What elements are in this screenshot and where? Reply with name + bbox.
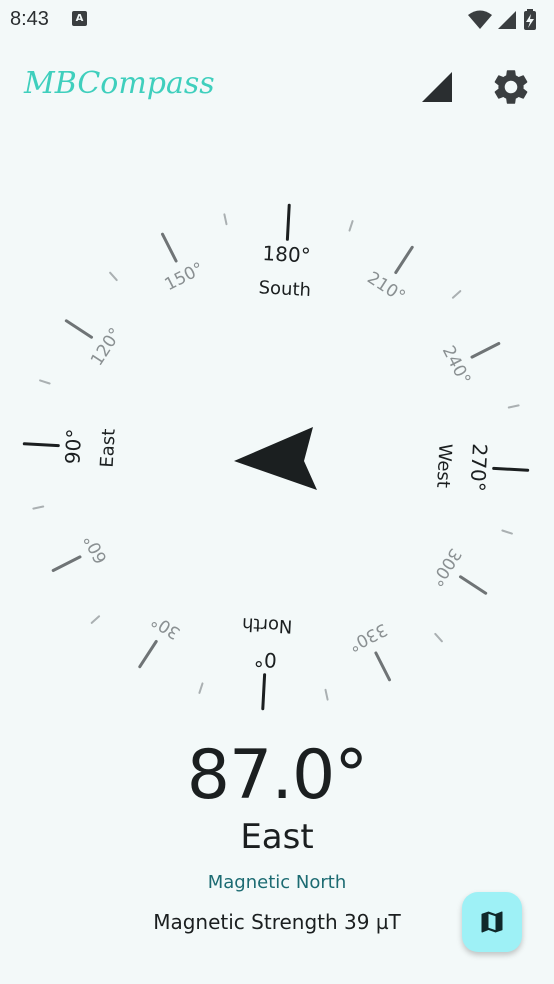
degree-label: 300°: [426, 544, 465, 589]
compass-tick: [507, 404, 520, 409]
compass-dial: 0° 30° 60° 90° 120° 150° 180° 210° 240° 270° 300° 3…: [22, 203, 530, 711]
compass-tick: [64, 319, 93, 339]
compass-tick: [394, 245, 414, 274]
compass-tick: [90, 615, 101, 624]
compass-tick: [161, 232, 178, 263]
compass-tick: [51, 555, 82, 572]
compass-tick: [324, 688, 329, 701]
map-icon: [481, 911, 503, 933]
degree-label: 0°: [253, 647, 277, 672]
compass-tick: [285, 203, 291, 241]
compass-tick: [348, 220, 354, 232]
compass-tick: [492, 466, 530, 472]
notification-icon: A: [72, 11, 87, 26]
heading-direction: East: [240, 817, 314, 857]
app-title: MBCompass: [24, 66, 215, 101]
degree-label: 210°: [363, 268, 408, 307]
degree-label: 240°: [438, 343, 474, 389]
status-icons: [468, 9, 536, 30]
compass-tick: [451, 290, 462, 299]
compass-tick: [109, 271, 118, 282]
compass-tick: [501, 529, 513, 535]
wifi-icon: [468, 10, 492, 29]
settings-button[interactable]: [490, 66, 532, 108]
degree-label: 270°: [465, 443, 491, 492]
status-bar: 8:43 A: [0, 0, 554, 40]
heading-value: 87.0°: [186, 736, 368, 815]
compass-tick: [138, 640, 158, 669]
degree-label: 180°: [262, 241, 311, 267]
compass-tick: [223, 213, 228, 226]
degree-label: 60°: [80, 531, 112, 567]
degree-label: 30°: [148, 610, 184, 643]
compass-tick: [198, 682, 204, 694]
degree-label: 90°: [60, 428, 86, 465]
map-button[interactable]: [462, 892, 522, 952]
signal-strength-icon: [422, 72, 452, 102]
cardinal-label-west: West: [432, 443, 455, 488]
degree-label: 120°: [87, 324, 126, 369]
compass-tick: [434, 632, 443, 643]
compass-tick: [39, 379, 51, 385]
status-time: 8:43: [10, 8, 49, 30]
compass-tick: [374, 651, 391, 682]
compass-tick: [261, 673, 267, 711]
north-type-label[interactable]: Magnetic North: [0, 872, 554, 893]
signal-strength-button[interactable]: [418, 68, 458, 108]
navigation-arrow-icon: [234, 427, 317, 490]
compass-tick: [22, 442, 60, 448]
compass-tick: [459, 575, 488, 595]
compass-tick: [470, 342, 501, 359]
cell-signal-icon: [498, 11, 516, 29]
compass-screen: 8:43 A MBCompass 0° 30° 60° 90° 120° 150° 180°…: [0, 0, 554, 984]
degree-label: 330°: [345, 619, 391, 655]
battery-charging-icon: [524, 9, 536, 30]
cardinal-label-south: South: [258, 277, 311, 301]
cardinal-label-east: East: [97, 428, 120, 468]
degree-label: 150°: [162, 259, 208, 295]
gear-icon: [494, 70, 528, 104]
compass-tick: [32, 505, 45, 510]
cardinal-label-north: North: [242, 613, 293, 637]
